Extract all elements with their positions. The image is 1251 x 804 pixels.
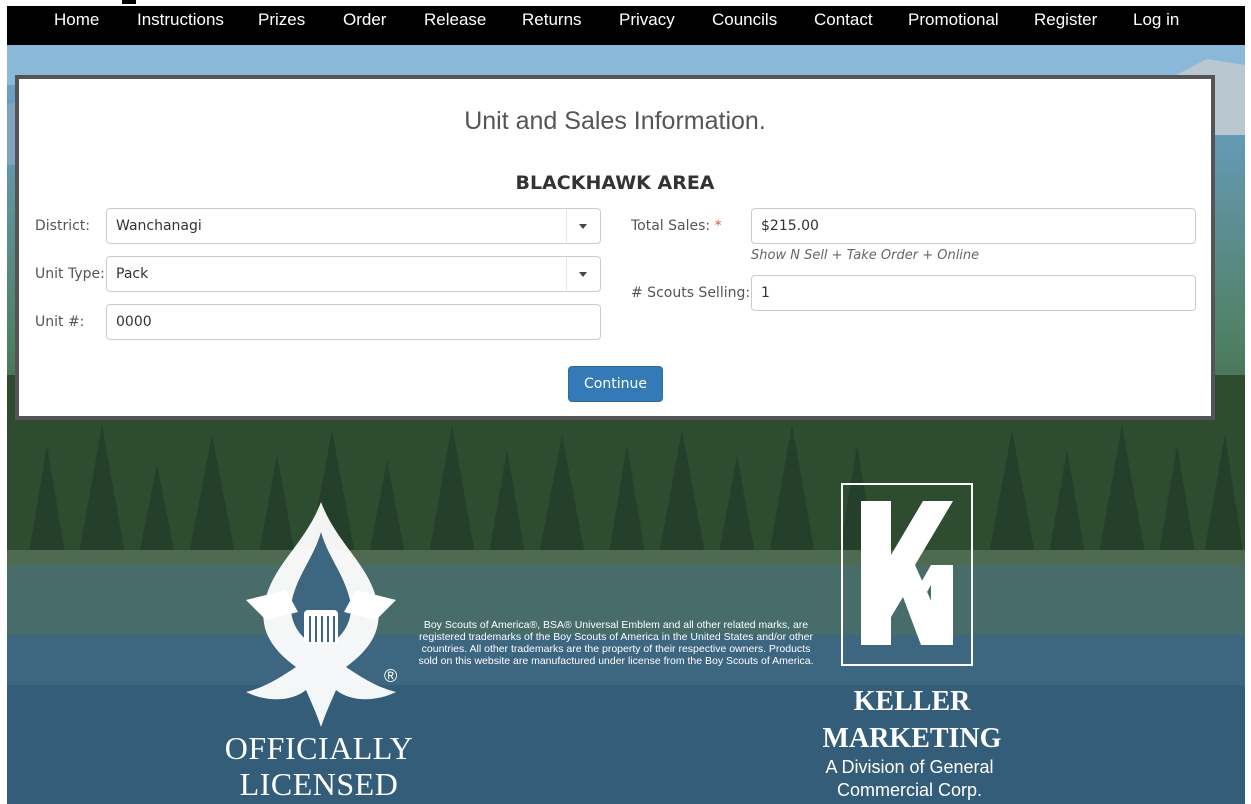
scouts-selling-label-text: # Scouts Selling: <box>631 285 751 301</box>
bsa-emblem-logo <box>246 502 396 727</box>
total-sales-input[interactable]: $215.00 <box>751 208 1196 244</box>
required-marker: * <box>714 218 722 234</box>
nav-log-in[interactable]: Log in <box>1133 10 1179 30</box>
chevron-down-icon <box>579 224 587 229</box>
cropped-heading <box>122 0 136 4</box>
keller-marketing-name: KELLER MARKETING <box>802 683 1022 757</box>
scouts-selling-input[interactable]: 1 <box>751 275 1196 311</box>
nav-prizes[interactable]: Prizes <box>258 10 305 30</box>
unit-number-input[interactable]: 0000 <box>106 304 601 340</box>
district-label: District: <box>35 218 91 234</box>
km-logo <box>841 483 973 666</box>
chevron-down-icon <box>579 272 587 277</box>
nav-councils[interactable]: Councils <box>712 10 777 30</box>
unit-type-value: Pack <box>116 266 149 282</box>
division-text: A Division of General Commercial Corp. <box>802 756 1017 802</box>
total-sales-label: Total Sales: * <box>631 218 722 234</box>
unit-type-label: Unit Type: <box>35 266 105 282</box>
district-value: Wanchanagi <box>116 218 202 234</box>
unit-type-dropdown-toggle[interactable] <box>566 257 600 291</box>
nav-privacy[interactable]: Privacy <box>619 10 675 30</box>
council-name: BLACKHAWK AREA <box>515 172 715 194</box>
registered-mark: ® <box>384 666 398 686</box>
total-sales-help: Show N Sell + Take Order + Online <box>751 248 980 263</box>
page-title: Unit and Sales Information. <box>464 107 766 135</box>
km-logo-art <box>861 501 953 645</box>
division-line1: A Division of General <box>825 757 994 777</box>
nav-returns[interactable]: Returns <box>522 10 582 30</box>
keller-line2: MARKETING <box>822 723 1002 754</box>
nav-register[interactable]: Register <box>1034 10 1097 30</box>
nav-home[interactable]: Home <box>54 10 99 30</box>
main-nav: Home Instructions Prizes Order Release R… <box>7 6 1245 45</box>
total-sales-label-text: Total Sales: <box>631 218 711 234</box>
district-dropdown-toggle[interactable] <box>566 209 600 243</box>
officially-licensed: OFFICIALLY LICENSED <box>214 730 424 802</box>
officially-licensed-line2: LICENSED <box>239 766 399 802</box>
nav-contact[interactable]: Contact <box>814 10 873 30</box>
nav-promotional[interactable]: Promotional <box>908 10 999 30</box>
keller-line1: KELLER <box>853 686 971 717</box>
unit-type-select[interactable]: Pack <box>106 256 601 292</box>
division-line2: Commercial Corp. <box>836 780 983 800</box>
scouts-selling-label: # Scouts Selling: * <box>631 285 762 301</box>
district-select[interactable]: Wanchanagi <box>106 208 601 244</box>
nav-instructions[interactable]: Instructions <box>137 10 224 30</box>
unit-sales-card: Unit and Sales Information. BLACKHAWK AR… <box>15 75 1215 420</box>
continue-button[interactable]: Continue <box>568 366 663 402</box>
unit-number-label: Unit #: <box>35 314 85 330</box>
officially-licensed-line1: OFFICIALLY <box>224 730 414 766</box>
nav-release[interactable]: Release <box>424 10 486 30</box>
nav-order[interactable]: Order <box>343 10 386 30</box>
trademark-notice: Boy Scouts of America®, BSA® Universal E… <box>418 619 814 667</box>
